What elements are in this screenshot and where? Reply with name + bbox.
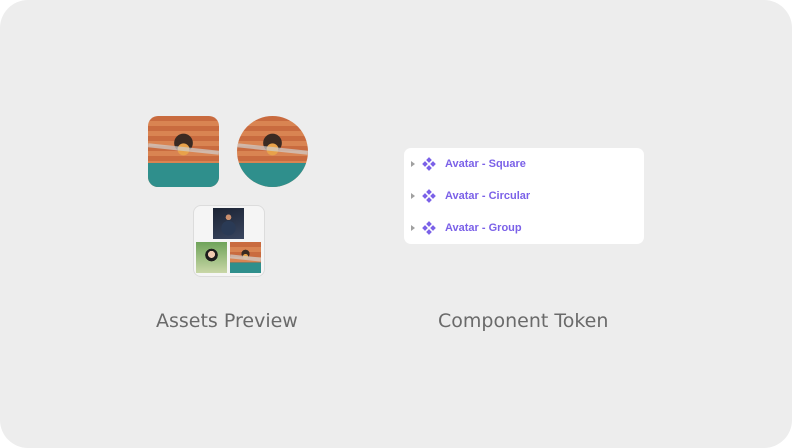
avatar-photo [196, 242, 227, 273]
avatar-photo [230, 242, 261, 273]
component-token-label: Component Token [438, 310, 609, 332]
group-avatar-bottom-left [196, 242, 227, 273]
tree-item-label: Avatar - Square [445, 158, 526, 170]
avatar-square-preview [148, 116, 219, 187]
avatar-photo [213, 208, 244, 239]
avatar-circular-preview [237, 116, 308, 187]
group-avatar-top [213, 208, 244, 239]
caret-right-icon[interactable] [411, 193, 415, 199]
tree-item-label: Avatar - Circular [445, 190, 531, 202]
component-icon [422, 157, 436, 171]
canvas-card: Assets Preview Avatar - Square Avatar - … [0, 0, 792, 448]
assets-preview-label: Assets Preview [156, 310, 298, 332]
tree-item-avatar-group[interactable]: Avatar - Group [404, 212, 644, 244]
caret-right-icon[interactable] [411, 225, 415, 231]
caret-right-icon[interactable] [411, 161, 415, 167]
avatar-group-preview [193, 205, 265, 277]
group-avatar-bottom-right [230, 242, 261, 273]
tree-item-avatar-square[interactable]: Avatar - Square [404, 148, 644, 180]
avatar-photo [148, 116, 219, 187]
tree-item-label: Avatar - Group [445, 222, 522, 234]
component-icon [422, 189, 436, 203]
tree-item-avatar-circular[interactable]: Avatar - Circular [404, 180, 644, 212]
component-tree-panel: Avatar - Square Avatar - Circular Avatar… [404, 148, 644, 244]
component-icon [422, 221, 436, 235]
avatar-photo [237, 116, 308, 187]
